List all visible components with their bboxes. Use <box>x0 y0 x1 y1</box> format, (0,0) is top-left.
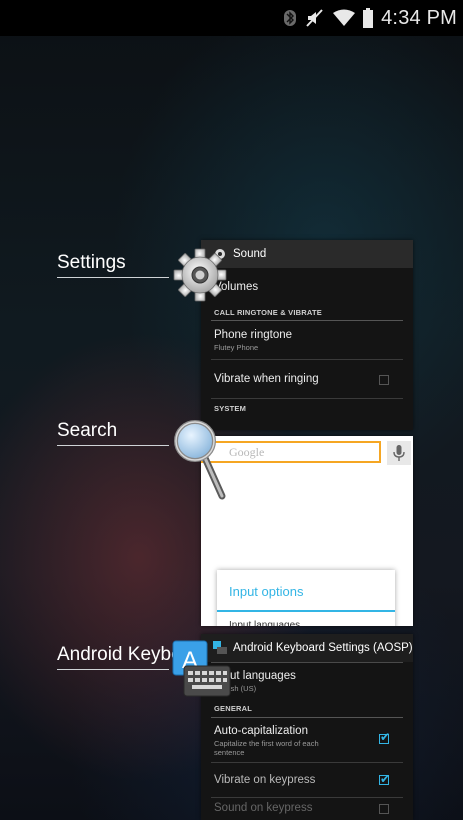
microphone-icon <box>387 441 411 465</box>
status-time: 4:34 PM <box>381 6 457 29</box>
thumbnail-header: Sound <box>201 240 413 268</box>
list-item: Auto-capitalization Capitalize the first… <box>214 725 390 757</box>
dialog-title: Input options <box>229 584 304 599</box>
label-divider <box>57 277 169 278</box>
checkbox <box>379 804 389 814</box>
list-item: Sound on keypress <box>201 798 413 818</box>
input-options-dialog: Input options Input languages <box>217 570 395 626</box>
battery-icon <box>363 8 374 28</box>
recent-app-label-settings[interactable]: Settings <box>57 252 167 274</box>
list-item: Vibrate when ringing <box>201 360 413 398</box>
checkmark-icon: ✔ <box>379 730 390 744</box>
section-header: SYSTEM <box>214 404 247 413</box>
status-bar: 4:34 PM <box>0 0 463 36</box>
recent-app-thumbnail-settings[interactable]: Sound Volumes CALL RINGTONE & VIBRATE Ph… <box>201 240 413 430</box>
recent-app-thumbnail-search[interactable]: Google Input options Input languages <box>201 436 413 626</box>
recent-app-label-keyboard[interactable]: Android Keyboard Settings (AOSP) <box>57 644 173 666</box>
label-divider <box>57 669 169 670</box>
label-divider <box>57 445 169 446</box>
list-item: Volumes <box>214 281 259 293</box>
bluetooth-icon <box>283 9 297 27</box>
keyboard-app-icon: A <box>172 640 234 700</box>
settings-gear-icon <box>170 245 230 305</box>
checkbox <box>379 375 389 385</box>
section-header: GENERAL <box>214 704 253 713</box>
list-item: Phone ringtone Flutey Phone <box>214 329 293 352</box>
thumbnail-header-title: Sound <box>233 248 267 260</box>
list-item: Vibrate on keypress ✔ <box>214 772 390 786</box>
wifi-icon <box>333 9 356 27</box>
mute-icon <box>305 8 325 28</box>
checkmark-icon: ✔ <box>379 772 390 786</box>
dialog-item: Input languages <box>229 620 301 626</box>
section-header: CALL RINGTONE & VIBRATE <box>214 308 322 317</box>
search-magnifier-icon <box>172 416 232 504</box>
thumbnail-header-title: Android Keyboard Settings (AOSP) <box>233 642 413 654</box>
recent-app-label-search[interactable]: Search <box>57 420 167 442</box>
